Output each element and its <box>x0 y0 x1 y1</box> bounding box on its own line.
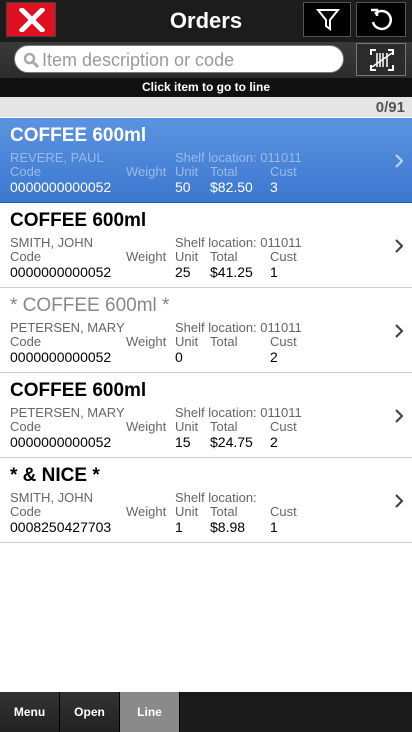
cust-value: 2 <box>270 349 278 365</box>
weight-label: Weight <box>126 164 167 179</box>
cust-label: Cust <box>270 249 297 264</box>
unit-value: 15 <box>175 434 191 450</box>
item-code: 0000000000052 <box>10 349 112 365</box>
shelf-location: Shelf location: 011011 <box>175 235 302 250</box>
total-value: $8.98 <box>210 519 246 535</box>
item-code: 0000000000052 <box>10 179 112 195</box>
customer-name: SMITH, JOHN <box>10 235 94 250</box>
weight-label: Weight <box>126 504 167 519</box>
item-name: * COFFEE 600ml * <box>10 295 170 316</box>
item-name: * & NICE * <box>10 465 100 486</box>
unit-value: 25 <box>175 264 191 280</box>
order-list: COFFEE 600ml REVERE, PAUL Shelf location: … <box>0 118 412 543</box>
cust-label: Cust <box>270 419 297 434</box>
total-label: Total <box>210 334 238 349</box>
customer-name: PETERSEN, MARY <box>10 405 125 420</box>
filter-icon <box>316 9 340 31</box>
order-line-item[interactable]: COFFEE 600ml SMITH, JOHN Shelf location: 0… <box>0 203 412 288</box>
customer-name: PETERSEN, MARY <box>10 320 125 335</box>
order-line-item[interactable]: COFFEE 600ml PETERSEN, MARY Shelf location… <box>0 373 412 458</box>
cust-value: 1 <box>270 264 278 280</box>
item-code: 0000000000052 <box>10 264 112 280</box>
chevron-right-icon <box>395 154 404 173</box>
search-placeholder: Item description or code <box>42 50 235 70</box>
weight-label: Weight <box>126 419 167 434</box>
total-label: Total <box>210 164 238 179</box>
cust-label: Cust <box>270 504 297 519</box>
chevron-right-icon <box>395 409 404 428</box>
unit-value: 0 <box>175 349 183 365</box>
customer-name: SMITH, JOHN <box>10 490 94 505</box>
shelf-location: Shelf location: 011011 <box>175 405 302 420</box>
total-value: $24.75 <box>210 434 253 450</box>
tab-line[interactable]: Line <box>120 692 180 732</box>
tab-open[interactable]: Open <box>60 692 120 732</box>
refresh-icon <box>371 8 393 31</box>
cust-value: 2 <box>270 434 278 450</box>
bottom-tab-bar: Menu Open Line <box>0 692 412 732</box>
total-label: Total <box>210 249 238 264</box>
chevron-right-icon <box>395 494 404 513</box>
total-label: Total <box>210 419 238 434</box>
counter-bar: 0/91 <box>0 97 412 117</box>
chevron-right-icon <box>395 324 404 343</box>
order-line-item[interactable]: * COFFEE 600ml * PETERSEN, MARY Shelf loca… <box>0 288 412 373</box>
shelf-location: Shelf location: <box>175 490 257 505</box>
refresh-button[interactable] <box>356 2 406 37</box>
weight-label: Weight <box>126 334 167 349</box>
item-name: COFFEE 600ml <box>10 210 147 231</box>
shelf-location: Shelf location: 011011 <box>175 150 302 165</box>
item-code: 0000000000052 <box>10 434 112 450</box>
unit-label: Unit <box>175 164 199 179</box>
chevron-right-icon <box>395 239 404 258</box>
search-icon <box>23 52 39 68</box>
total-label: Total <box>210 504 238 519</box>
item-name: COFFEE 600ml <box>10 125 147 146</box>
cust-label: Cust <box>270 164 297 179</box>
search-input[interactable]: Item description or code <box>14 45 344 73</box>
item-code: 0008250427703 <box>10 519 112 535</box>
code-label: Code <box>10 504 42 519</box>
scan-button[interactable] <box>356 43 406 76</box>
cust-label: Cust <box>270 334 297 349</box>
search-bar: Item description or code <box>0 42 412 78</box>
code-label: Code <box>10 164 42 179</box>
customer-name: REVERE, PAUL <box>10 150 104 165</box>
hint-text: Click item to go to line <box>0 78 412 97</box>
cust-value: 3 <box>270 179 278 195</box>
unit-value: 1 <box>175 519 183 535</box>
cust-value: 1 <box>270 519 278 535</box>
weight-label: Weight <box>126 249 167 264</box>
unit-value: 50 <box>175 179 191 195</box>
item-name: COFFEE 600ml <box>10 380 147 401</box>
order-line-item[interactable]: COFFEE 600ml REVERE, PAUL Shelf location: … <box>0 118 412 203</box>
filter-button[interactable] <box>303 2 351 37</box>
scan-icon <box>370 49 394 71</box>
unit-label: Unit <box>175 504 199 519</box>
shelf-location: Shelf location: 011011 <box>175 320 302 335</box>
order-line-item[interactable]: * & NICE * SMITH, JOHN Shelf location: Code… <box>0 458 412 543</box>
line-counter: 0/91 <box>375 99 405 116</box>
code-label: Code <box>10 419 42 434</box>
unit-label: Unit <box>175 334 199 349</box>
total-value: $41.25 <box>210 264 253 280</box>
top-bar: Orders <box>0 0 412 42</box>
code-label: Code <box>10 249 42 264</box>
total-value: $82.50 <box>210 179 253 195</box>
code-label: Code <box>10 334 42 349</box>
unit-label: Unit <box>175 249 199 264</box>
unit-label: Unit <box>175 419 199 434</box>
tab-menu[interactable]: Menu <box>0 692 60 732</box>
